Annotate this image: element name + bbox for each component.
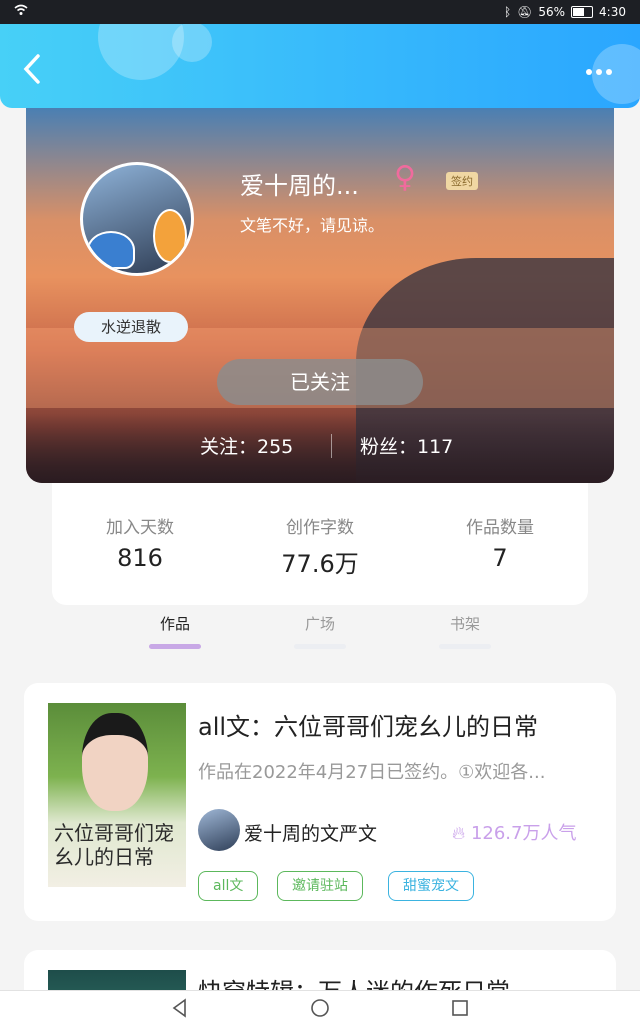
more-options-icon[interactable] [582, 60, 612, 79]
stat-join-days: 加入天数 816 [60, 513, 220, 572]
stat-label: 创作字数 [286, 518, 354, 538]
home-nav-icon[interactable] [308, 996, 332, 1020]
tag-all[interactable]: all文 [198, 871, 259, 901]
female-icon: ♀ [394, 160, 416, 195]
clock: 4:30 [599, 5, 626, 19]
flame-icon: 🔥︎ [452, 823, 466, 844]
book-title[interactable]: all文：六位哥哥们宠幺儿的日常 [198, 707, 538, 742]
koi-frame-icon [153, 209, 187, 263]
nickname: 爱十周的... [240, 172, 359, 200]
follow-counts: 关注：255 粉丝：117 [26, 432, 614, 462]
divider [331, 434, 332, 458]
popularity-value: 126.7万人气 [470, 823, 577, 844]
back-icon[interactable] [20, 54, 44, 84]
recents-nav-icon[interactable] [448, 996, 472, 1020]
tab-label: 作品 [159, 615, 190, 633]
profile-motto: 文笔不好，请见谅。 [240, 216, 385, 235]
tab-label: 广场 [304, 615, 335, 633]
follow-button[interactable]: 已关注 [217, 359, 423, 405]
tab-works[interactable]: 作品 [135, 613, 215, 649]
tag-sweet[interactable]: 甜蜜宠文 [388, 871, 474, 901]
following-count[interactable]: 关注：255 [200, 432, 293, 459]
tab-label: 书架 [449, 615, 480, 633]
stat-label: 作品数量 [466, 518, 534, 538]
wifi-icon [14, 4, 28, 19]
author-avatar[interactable] [198, 809, 240, 851]
stat-value: 816 [117, 544, 163, 572]
tab-square[interactable]: 广场 [280, 613, 360, 649]
wave-frame-icon [87, 231, 135, 269]
stats-panel: 加入天数 816 创作字数 77.6万 作品数量 7 [52, 483, 588, 605]
stat-value: 7 [492, 544, 508, 572]
status-bar: ᛒ 🔕︎ 56% 4:30 [0, 0, 640, 24]
cover-title: 六位哥哥们宠幺儿的日常 [54, 821, 174, 869]
medal-badge[interactable]: 水逆退散 [74, 312, 188, 342]
avatar[interactable] [80, 162, 194, 276]
popularity: 🔥︎ 126.7万人气 [452, 819, 576, 845]
stat-works-count: 作品数量 7 [420, 513, 580, 572]
back-nav-icon[interactable] [168, 996, 192, 1020]
profile-hero: 爱十周的... ♀ 签约 文笔不好，请见谅。 水逆退散 已关注 关注：255 粉… [26, 108, 614, 483]
work-card[interactable]: 六位哥哥们宠幺儿的日常 all文：六位哥哥们宠幺儿的日常 作品在2022年4月2… [24, 683, 616, 921]
signed-badge: 签约 [446, 172, 478, 190]
bluetooth-icon: ᛒ [503, 5, 512, 19]
book-description: 作品在2022年4月27日已签约。①欢迎各... [198, 762, 546, 783]
fans-count[interactable]: 粉丝：117 [360, 432, 453, 459]
mute-icon: 🔕︎ [517, 5, 533, 19]
stat-word-count: 创作字数 77.6万 [240, 513, 400, 579]
top-header [0, 24, 640, 108]
book-cover[interactable]: 六位哥哥们宠幺儿的日常 [48, 703, 186, 887]
tab-bookshelf[interactable]: 书架 [425, 613, 505, 649]
content-tabs: 作品 广场 书架 [0, 605, 640, 655]
stat-value: 77.6万 [281, 550, 359, 578]
stat-label: 加入天数 [106, 518, 174, 538]
tag-invite[interactable]: 邀请驻站 [277, 871, 363, 901]
battery-icon [571, 6, 594, 18]
system-nav-bar [0, 990, 640, 1025]
author-name[interactable]: 爱十周的文严文 [244, 819, 377, 846]
battery-percent: 56% [538, 5, 566, 19]
